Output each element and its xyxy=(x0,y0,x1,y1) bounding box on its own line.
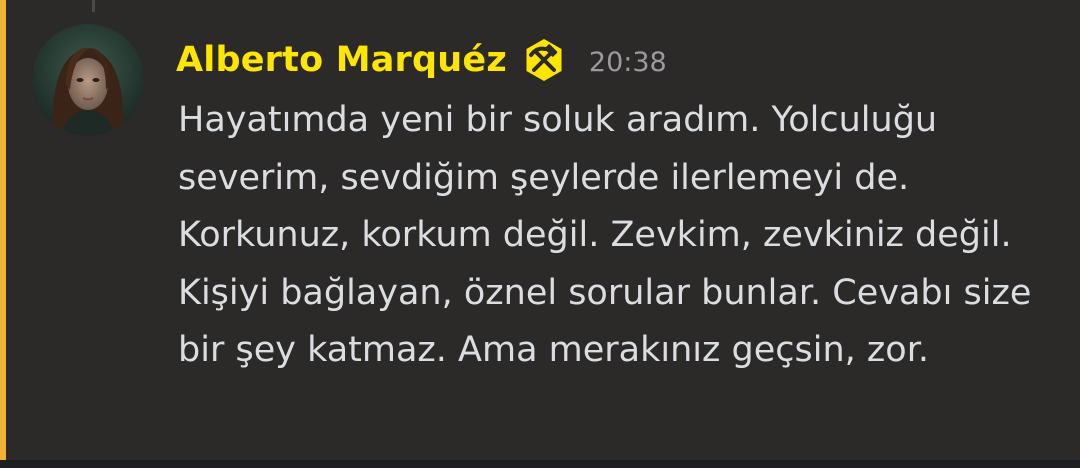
avatar-portrait-icon xyxy=(32,24,144,136)
author-username[interactable]: Alberto Marquéz xyxy=(176,40,507,80)
chat-bottom-edge xyxy=(0,460,1080,468)
message-timestamp[interactable]: 20:38 xyxy=(589,43,667,78)
reply-spine xyxy=(92,0,95,12)
message-text: Hayatımda yeni bir soluk aradım. Yolculu… xyxy=(178,100,1032,370)
message-header: Alberto Marquéz 20:38 xyxy=(176,36,667,84)
hammer-pick-role-icon[interactable] xyxy=(521,37,567,83)
mention-highlight-bar xyxy=(0,0,6,460)
user-avatar[interactable] xyxy=(32,24,144,136)
